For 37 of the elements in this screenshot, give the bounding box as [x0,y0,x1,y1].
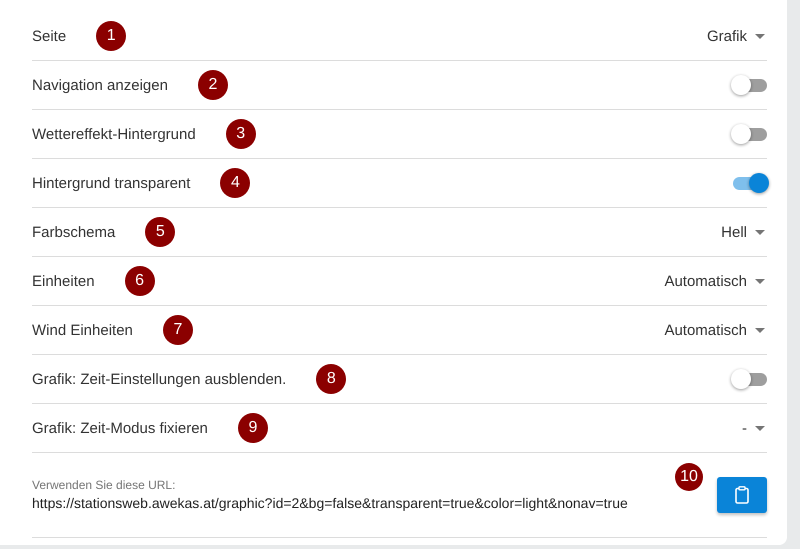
dropdown[interactable]: Hell [721,224,765,240]
setting-label: Einheiten [32,272,95,290]
caret-icon [755,34,765,38]
dropdown[interactable]: Grafik [706,28,765,44]
number-badge: 10 [675,463,703,491]
caret-icon [755,230,765,234]
setting-label: Wind Einheiten [32,322,133,338]
field-label: Verwenden Sie diese URL: [32,478,176,492]
dropdown[interactable]: - [742,420,765,436]
setting-label: Grafik: Zeit-Modus fixieren [32,420,208,436]
setting-label: Farbschema [32,224,116,240]
number-badge: 1 [96,21,126,51]
caret-icon [755,426,765,430]
number-badge: 4 [220,168,250,198]
copy-button[interactable] [717,477,767,513]
toggle-switch[interactable] [731,172,767,194]
number-badge: 3 [226,119,256,149]
clipboard-icon [735,486,749,504]
toggle-switch[interactable] [731,368,767,390]
number-badge: 2 [198,70,228,100]
dropdown[interactable]: Automatisch [664,322,765,338]
toggle-switch[interactable] [731,74,767,96]
url-text: https://stationsweb.awekas.at/graphic?id=2&bg=false&transparent=true&color=light&nonav=true [32,495,629,512]
setting-label: Navigation anzeigen [32,76,168,94]
caret-icon [755,278,765,284]
toggle-switch[interactable] [731,123,767,145]
setting-label: Grafik: Zeit-Einstellungen ausblenden. [32,370,286,388]
caret-icon [755,328,765,332]
setting-label: Wettereffekt-Hintergrund [32,126,196,142]
number-badge: 8 [316,364,346,394]
number-badge: 5 [145,217,176,247]
number-badge: 9 [238,413,268,443]
setting-label: Seite [32,28,66,44]
number-badge: 6 [124,266,155,296]
number-badge: 7 [162,315,193,345]
setting-label: Hintergrund transparent [32,174,190,192]
dropdown[interactable]: Automatisch [664,272,765,290]
